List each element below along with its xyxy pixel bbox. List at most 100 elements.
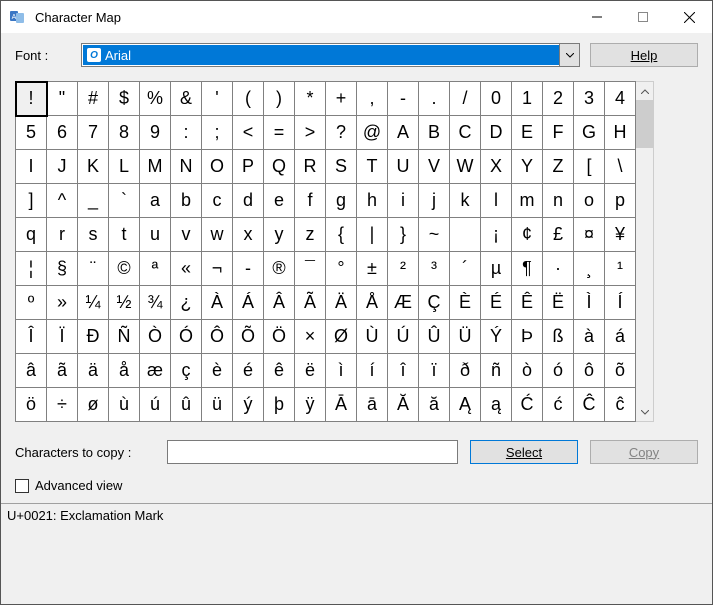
char-cell[interactable]: B <box>419 116 450 150</box>
char-cell[interactable]: Õ <box>233 320 264 354</box>
char-cell[interactable]: û <box>171 388 202 422</box>
scroll-thumb[interactable] <box>636 100 653 148</box>
char-cell[interactable]: ÿ <box>295 388 326 422</box>
char-cell[interactable]: Ò <box>140 320 171 354</box>
char-cell[interactable]: n <box>543 184 574 218</box>
char-cell[interactable]: , <box>357 82 388 116</box>
char-cell[interactable]: É <box>481 286 512 320</box>
help-button[interactable]: Help <box>590 43 698 67</box>
char-cell[interactable]: ) <box>264 82 295 116</box>
char-cell[interactable]: ¹ <box>605 252 636 286</box>
char-cell[interactable]: p <box>605 184 636 218</box>
char-cell[interactable]: Ä <box>326 286 357 320</box>
font-select[interactable]: O Arial <box>81 43 580 67</box>
char-cell[interactable]: Æ <box>388 286 419 320</box>
char-cell[interactable]: 2 <box>543 82 574 116</box>
char-cell[interactable]: o <box>574 184 605 218</box>
char-cell[interactable]: L <box>109 150 140 184</box>
char-cell[interactable]: ¶ <box>512 252 543 286</box>
char-cell[interactable]: ? <box>326 116 357 150</box>
char-cell[interactable]: £ <box>543 218 574 252</box>
char-cell[interactable]: æ <box>140 354 171 388</box>
char-cell[interactable]: w <box>202 218 233 252</box>
char-cell[interactable]: [ <box>574 150 605 184</box>
char-cell[interactable]: . <box>419 82 450 116</box>
char-cell[interactable]: + <box>326 82 357 116</box>
char-cell[interactable]: ( <box>233 82 264 116</box>
char-cell[interactable]: Ý <box>481 320 512 354</box>
char-cell[interactable]: ¼ <box>78 286 109 320</box>
char-cell[interactable]: ' <box>202 82 233 116</box>
char-cell[interactable]: Ö <box>264 320 295 354</box>
char-cell[interactable]: X <box>481 150 512 184</box>
char-cell[interactable]: ñ <box>481 354 512 388</box>
char-cell[interactable]: k <box>450 184 481 218</box>
char-cell[interactable]: ą <box>481 388 512 422</box>
char-cell[interactable]: Å <box>357 286 388 320</box>
char-cell[interactable]: D <box>481 116 512 150</box>
char-cell[interactable]: ± <box>357 252 388 286</box>
char-cell[interactable]: K <box>78 150 109 184</box>
char-cell[interactable]: y <box>264 218 295 252</box>
char-cell[interactable]: / <box>450 82 481 116</box>
char-cell[interactable]: Ñ <box>109 320 140 354</box>
char-cell[interactable]: i <box>388 184 419 218</box>
char-cell[interactable]: " <box>47 82 78 116</box>
char-cell[interactable]: Q <box>264 150 295 184</box>
char-cell[interactable]: ð <box>450 354 481 388</box>
char-cell[interactable]: ĉ <box>605 388 636 422</box>
char-cell[interactable]: À <box>202 286 233 320</box>
char-cell[interactable]: R <box>295 150 326 184</box>
char-cell[interactable]: § <box>47 252 78 286</box>
char-cell[interactable]: A <box>388 116 419 150</box>
advanced-checkbox[interactable] <box>15 479 29 493</box>
char-cell[interactable]: ß <box>543 320 574 354</box>
char-cell[interactable]: 0 <box>481 82 512 116</box>
char-cell[interactable]: S <box>326 150 357 184</box>
char-cell[interactable]: = <box>264 116 295 150</box>
char-cell[interactable]: z <box>295 218 326 252</box>
char-cell[interactable]: ~ <box>419 218 450 252</box>
char-cell[interactable]: Ó <box>171 320 202 354</box>
char-cell[interactable]: © <box>109 252 140 286</box>
char-cell[interactable]: W <box>450 150 481 184</box>
char-cell[interactable]: v <box>171 218 202 252</box>
char-cell[interactable]: Z <box>543 150 574 184</box>
char-cell[interactable]: é <box>233 354 264 388</box>
char-cell[interactable]: ½ <box>109 286 140 320</box>
char-cell[interactable]: ² <box>388 252 419 286</box>
char-cell[interactable]: ê <box>264 354 295 388</box>
char-cell[interactable]: à <box>574 320 605 354</box>
scroll-up-icon[interactable] <box>636 82 653 100</box>
char-cell[interactable]: Ì <box>574 286 605 320</box>
char-cell[interactable]: µ <box>481 252 512 286</box>
char-cell[interactable]: ° <box>326 252 357 286</box>
char-cell[interactable]: Ą <box>450 388 481 422</box>
char-cell[interactable]: Â <box>264 286 295 320</box>
scrollbar[interactable] <box>636 81 654 422</box>
char-cell[interactable]: e <box>264 184 295 218</box>
char-cell[interactable]: ¬ <box>202 252 233 286</box>
char-cell[interactable]: ÷ <box>47 388 78 422</box>
char-cell[interactable]: Ð <box>78 320 109 354</box>
char-cell[interactable]: { <box>326 218 357 252</box>
char-cell[interactable]: a <box>140 184 171 218</box>
char-cell[interactable]: d <box>233 184 264 218</box>
char-cell[interactable]: < <box>233 116 264 150</box>
char-cell[interactable]: V <box>419 150 450 184</box>
char-cell[interactable]: | <box>357 218 388 252</box>
char-cell[interactable]: U <box>388 150 419 184</box>
char-cell[interactable]: l <box>481 184 512 218</box>
char-cell[interactable]: × <box>295 320 326 354</box>
char-cell[interactable]: 4 <box>605 82 636 116</box>
char-cell[interactable]: ; <box>202 116 233 150</box>
char-cell[interactable]: ã <box>47 354 78 388</box>
char-cell[interactable]: ¢ <box>512 218 543 252</box>
char-cell[interactable]: è <box>202 354 233 388</box>
char-cell[interactable]: E <box>512 116 543 150</box>
char-cell[interactable]: ú <box>140 388 171 422</box>
char-cell[interactable]: $ <box>109 82 140 116</box>
char-cell[interactable]: á <box>605 320 636 354</box>
char-cell[interactable]: > <box>295 116 326 150</box>
char-cell[interactable]: t <box>109 218 140 252</box>
